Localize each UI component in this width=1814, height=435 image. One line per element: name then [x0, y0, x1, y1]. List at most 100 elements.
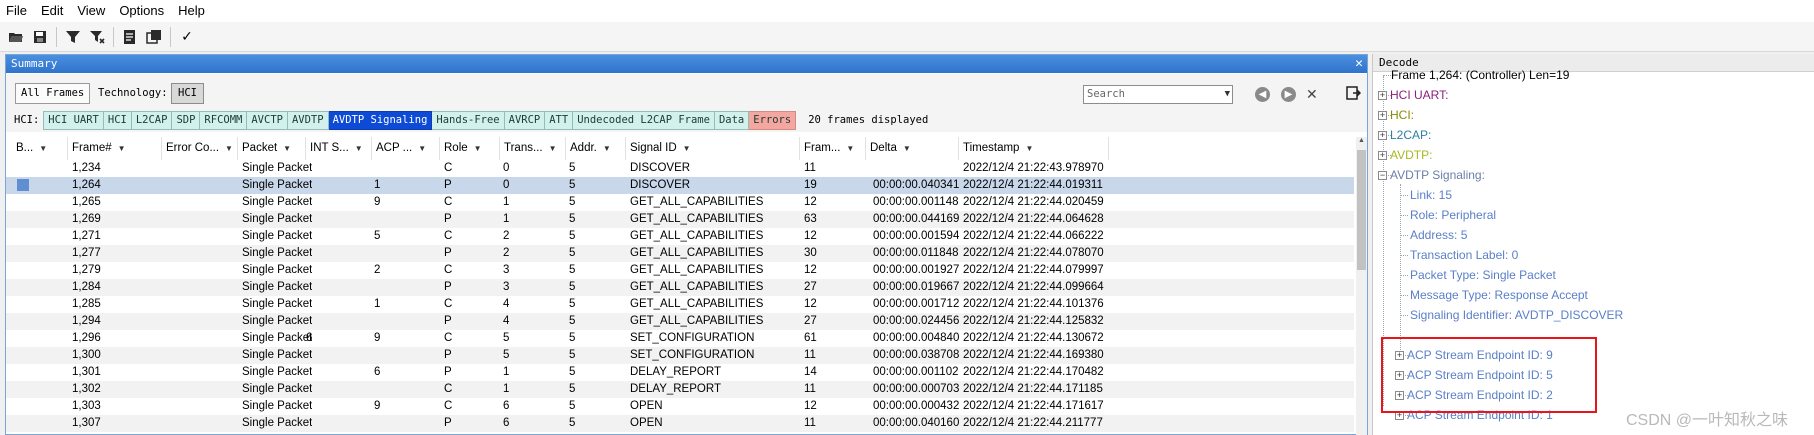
tree-line — [1400, 315, 1408, 316]
decode-field[interactable]: Message Type: Response Accept — [1410, 287, 1588, 304]
decode-field[interactable]: Packet Type: Single Packet — [1410, 267, 1556, 284]
protocol-tab[interactable]: RFCOMM — [200, 110, 248, 130]
collapse-icon[interactable]: − — [1378, 171, 1387, 180]
decode-frame-line[interactable]: Frame 1,264: (Controller) Len=19 — [1391, 67, 1569, 84]
protocol-tab[interactable]: AVCTP — [247, 110, 288, 130]
bookmark-icon[interactable] — [17, 179, 29, 191]
close-icon[interactable]: ✕ — [1355, 55, 1363, 73]
table-row[interactable]: 1,303 Single Packet 9 C 6 5 OPEN 12 00:00:00.000… — [6, 398, 1354, 415]
menu-file[interactable]: File — [0, 0, 34, 22]
notes-icon[interactable] — [120, 27, 140, 47]
protocol-tab[interactable]: SDP — [172, 110, 201, 130]
column-header[interactable]: Packet ▼ — [238, 137, 306, 160]
sort-dropdown-icon[interactable]: ▼ — [283, 144, 291, 153]
table-row[interactable]: 1,300 Single Packet P 5 5 SET_CONFIGURATION 11… — [6, 347, 1354, 364]
protocol-tab[interactable]: ATT — [545, 110, 574, 130]
column-header[interactable]: Error Co... ▼ — [162, 137, 238, 160]
decode-field[interactable]: Link: 15 — [1410, 187, 1452, 204]
technology-hci-button[interactable]: HCI — [171, 83, 204, 104]
protocol-tab[interactable]: AVDTP — [287, 110, 329, 130]
clear-filter-icon[interactable] — [87, 27, 107, 47]
expand-icon[interactable]: + — [1378, 91, 1387, 100]
table-row[interactable]: 1,279 Single Packet 2 C 3 5 GET_ALL_CAPABILITI… — [6, 262, 1354, 279]
protocol-tab[interactable]: Errors — [749, 110, 797, 130]
previous-arrow-icon[interactable]: ◀ — [1255, 87, 1270, 102]
decode-field[interactable]: Role: Peripheral — [1410, 207, 1496, 224]
scrollbar-thumb[interactable] — [1357, 150, 1366, 270]
protocol-tab[interactable]: HCI — [103, 110, 132, 130]
table-row[interactable]: 1,284 Single Packet P 3 5 GET_ALL_CAPABILITIE… — [6, 279, 1354, 296]
decode-field[interactable]: Address: 5 — [1410, 227, 1467, 244]
column-header[interactable]: ACP ... ▼ — [372, 137, 440, 160]
protocol-tab[interactable]: Data — [714, 110, 750, 130]
menu-edit[interactable]: Edit — [34, 0, 70, 22]
menu-options[interactable]: Options — [112, 0, 171, 22]
column-header[interactable]: Frame# ▼ — [68, 137, 162, 160]
sort-dropdown-icon[interactable]: ▼ — [39, 144, 47, 153]
table-row[interactable]: 1,301 Single Packet 6 P 1 5 DELAY_REPORT 14 00:0… — [6, 364, 1354, 381]
export-icon[interactable] — [1345, 85, 1362, 101]
table-row[interactable]: 1,265 Single Packet 9 C 1 5 GET_ALL_CAPABILITI… — [6, 194, 1354, 211]
menu-help[interactable]: Help — [171, 0, 212, 22]
decode-node[interactable]: + HCI: — [1378, 107, 1414, 124]
table-row[interactable]: 1,234 Single Packet C 0 5 DISCOVER 11 2022/12/4… — [6, 160, 1354, 177]
sort-dropdown-icon[interactable]: ▼ — [549, 144, 557, 153]
sort-dropdown-icon[interactable]: ▼ — [474, 144, 482, 153]
table-row[interactable]: 1,285 Single Packet 1 C 4 5 GET_ALL_CAPABILITI… — [6, 296, 1354, 313]
sort-dropdown-icon[interactable]: ▼ — [903, 144, 911, 153]
protocol-tab[interactable]: AVDTP Signaling — [328, 110, 433, 130]
protocol-tab[interactable]: Undecoded L2CAP Frame — [573, 110, 715, 130]
next-arrow-icon[interactable]: ▶ — [1281, 87, 1296, 102]
expand-icon[interactable]: + — [1378, 111, 1387, 120]
table-row[interactable]: 1,277 Single Packet P 2 5 GET_ALL_CAPABILITIE… — [6, 245, 1354, 262]
sort-dropdown-icon[interactable]: ▼ — [603, 144, 611, 153]
table-row[interactable]: 1,296 Single Packet 6 9 C 5 5 SET_CONFIGURATION… — [6, 330, 1354, 347]
column-header[interactable]: Delta ▼ — [866, 137, 959, 160]
sort-dropdown-icon[interactable]: ▼ — [846, 144, 854, 153]
sort-dropdown-icon[interactable]: ▼ — [418, 144, 426, 153]
scroll-up-icon[interactable]: ▲ — [1356, 137, 1367, 148]
table-row[interactable]: 1,264 Single Packet 1 P 0 5 DISCOVER 19 00:00:00… — [6, 177, 1354, 194]
expand-icon[interactable]: + — [1378, 151, 1387, 160]
save-icon[interactable] — [30, 27, 50, 47]
protocol-tab[interactable]: AVRCP — [504, 110, 546, 130]
column-header[interactable]: INT S... ▼ — [306, 137, 372, 160]
protocol-tab[interactable]: Hands-Free — [432, 110, 505, 130]
decode-node[interactable]: + HCI UART: — [1378, 87, 1448, 104]
open-folder-icon[interactable] — [6, 27, 26, 47]
vertical-scrollbar[interactable]: ▲ — [1356, 137, 1367, 435]
column-header[interactable]: Trans... ▼ — [500, 137, 566, 160]
check-icon[interactable]: ✓ — [177, 27, 197, 47]
table-row[interactable]: 1,302 Single Packet C 1 5 DELAY_REPORT 11 00:00… — [6, 381, 1354, 398]
table-row[interactable]: 1,307 Single Packet P 6 5 OPEN 11 00:00:00.0401… — [6, 415, 1354, 432]
column-header[interactable]: Role ▼ — [440, 137, 500, 160]
column-header[interactable]: Fram... ▼ — [800, 137, 866, 160]
sort-dropdown-icon[interactable]: ▼ — [683, 144, 691, 153]
column-header[interactable]: B... ▼ — [12, 137, 68, 160]
protocol-tab[interactable]: L2CAP — [131, 110, 173, 130]
decode-node[interactable]: + L2CAP: — [1378, 127, 1431, 144]
table-row[interactable]: 1,269 Single Packet P 1 5 GET_ALL_CAPABILITIE… — [6, 211, 1354, 228]
decode-node[interactable]: − AVDTP Signaling: — [1378, 167, 1485, 184]
search-input[interactable]: Search ▼ — [1083, 85, 1233, 104]
menu-view[interactable]: View — [70, 0, 112, 22]
clear-search-icon[interactable]: ✕ — [1306, 86, 1318, 103]
chevron-down-icon[interactable]: ▼ — [1225, 86, 1230, 103]
decode-field[interactable]: Signaling Identifier: AVDTP_DISCOVER — [1410, 307, 1623, 324]
all-frames-button[interactable]: All Frames — [15, 83, 91, 104]
table-row[interactable]: 1,271 Single Packet 5 C 2 5 GET_ALL_CAPABILITI… — [6, 228, 1354, 245]
copy-icon[interactable] — [144, 27, 164, 47]
table-row[interactable]: 1,294 Single Packet P 4 5 GET_ALL_CAPABILITIE… — [6, 313, 1354, 330]
column-header[interactable]: Timestamp ▼ — [959, 137, 1109, 160]
decode-node[interactable]: + AVDTP: — [1378, 147, 1432, 164]
column-header[interactable]: Addr. ▼ — [566, 137, 626, 160]
column-header[interactable]: Signal ID ▼ — [626, 137, 800, 160]
sort-dropdown-icon[interactable]: ▼ — [1025, 144, 1033, 153]
sort-dropdown-icon[interactable]: ▼ — [225, 144, 233, 153]
filter-icon[interactable] — [63, 27, 83, 47]
decode-field[interactable]: Transaction Label: 0 — [1410, 247, 1518, 264]
protocol-tab[interactable]: HCI UART — [43, 110, 104, 130]
expand-icon[interactable]: + — [1378, 131, 1387, 140]
sort-dropdown-icon[interactable]: ▼ — [355, 144, 363, 153]
sort-dropdown-icon[interactable]: ▼ — [118, 144, 126, 153]
